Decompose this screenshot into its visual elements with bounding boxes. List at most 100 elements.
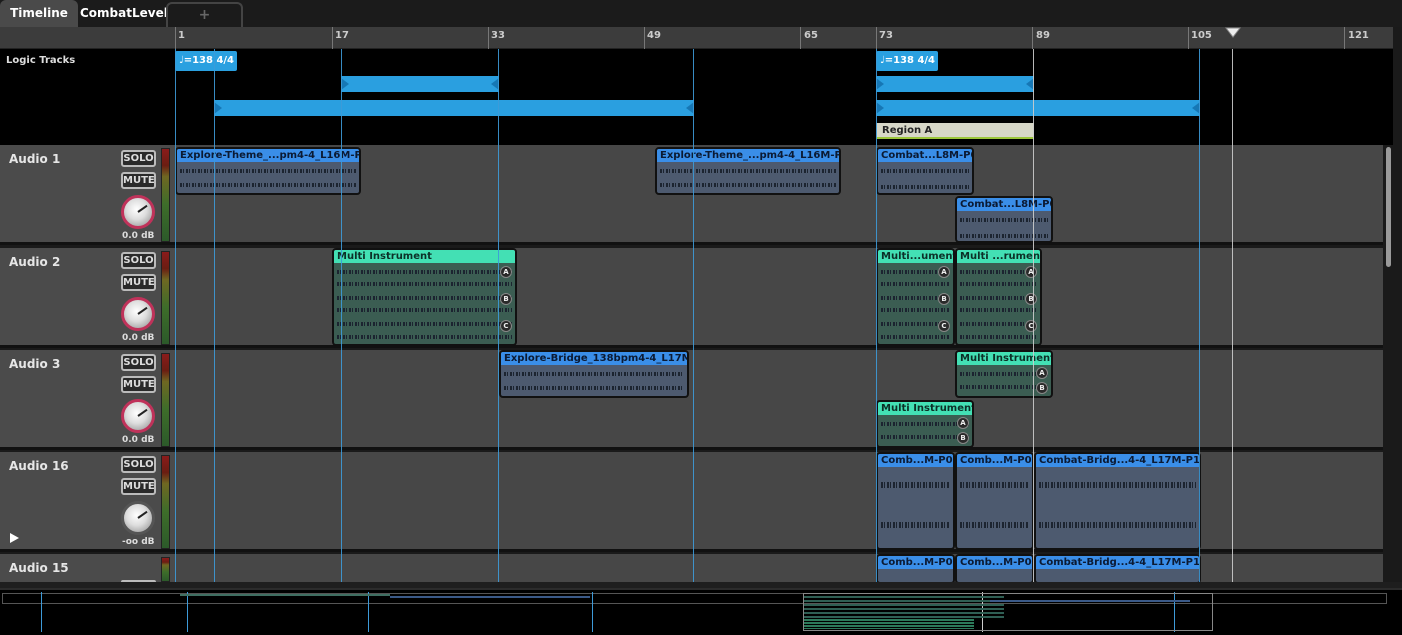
clip-title: Combat-Bridg...4-4_L17M-P1B	[1036, 454, 1199, 467]
track-name: Audio 2	[9, 255, 61, 269]
loop-range[interactable]	[876, 100, 1200, 116]
mute-button[interactable]: MUTE	[121, 274, 156, 291]
layer-b-badge: B	[1036, 382, 1048, 394]
bar-number: 17	[335, 30, 349, 41]
audio-clip[interactable]: Explore-Theme_...pm4-4_L16M-P1M	[655, 147, 841, 195]
clip-title: Multi Instrument	[878, 402, 972, 415]
solo-button[interactable]: SOLO	[121, 354, 156, 371]
multi-instrument-clip[interactable]: Multi ...rument A B C	[955, 248, 1042, 346]
bar-number: 89	[1036, 30, 1050, 41]
logic-tracks-area: Logic Tracks ♩=138 4/4 ♩=138 4/4 Region …	[0, 49, 1393, 145]
multi-instrument-clip[interactable]: Multi Instrument A B C	[332, 248, 517, 346]
clip-title: Comb...M-P0	[878, 556, 953, 569]
audio-clip[interactable]: Combat...L8M-P0	[955, 196, 1053, 243]
volume-readout: -oo dB	[122, 537, 155, 547]
clip-title: Explore-Bridge_138bpm4-4_L17M-P0	[501, 352, 687, 365]
audio-clip[interactable]: Comb...M-P0	[955, 452, 1034, 550]
bar-number: 121	[1348, 30, 1369, 41]
loop-boundary-line	[1199, 49, 1200, 582]
track-lane[interactable]	[175, 554, 1383, 582]
layer-c-badge: C	[938, 320, 950, 332]
tab-timeline[interactable]: Timeline	[0, 0, 78, 27]
tab-combatlevel[interactable]: CombatLevel	[80, 0, 168, 27]
volume-readout: 0.0 dB	[122, 231, 155, 241]
loop-boundary-line	[175, 49, 176, 582]
mute-button[interactable]: MUTE	[121, 478, 156, 495]
track-audio-16: Audio 16 SOLO MUTE -oo dB Comb...M-P0 Co…	[0, 452, 1383, 552]
level-meter	[161, 557, 170, 582]
clip-title: Explore-Theme_...pm4-4_L16M-P1M	[177, 149, 359, 162]
solo-button[interactable]: SOLO	[121, 456, 156, 473]
layer-a-badge: A	[938, 266, 950, 278]
loop-range[interactable]	[341, 76, 499, 92]
solo-button[interactable]: SOLO	[121, 150, 156, 167]
mute-button[interactable]: MUTE	[121, 376, 156, 393]
track-name: Audio 3	[9, 357, 61, 371]
multi-instrument-clip[interactable]: Multi Instrument A B	[955, 350, 1053, 398]
volume-readout: 0.0 dB	[122, 333, 155, 343]
volume-knob[interactable]	[121, 195, 155, 229]
loop-range[interactable]	[876, 76, 1034, 92]
tempo-marker[interactable]: ♩=138 4/4	[175, 51, 237, 71]
audio-clip[interactable]: Combat-Bridg...4-4_L17M-P1B	[1034, 554, 1201, 584]
audio-clip[interactable]: Explore-Theme_...pm4-4_L16M-P1M	[175, 147, 361, 195]
tempo-marker[interactable]: ♩=138 4/4	[876, 51, 938, 71]
loop-boundary-line	[498, 49, 499, 582]
track-lane[interactable]	[175, 350, 1383, 447]
bar-number: 73	[879, 30, 893, 41]
audio-clip[interactable]: Comb...M-P0	[876, 452, 955, 550]
level-meter	[161, 148, 170, 242]
overview-minimap[interactable]	[0, 588, 1402, 635]
volume-knob[interactable]	[121, 501, 155, 535]
audio-clip[interactable]: Combat...L8M-P0	[876, 147, 974, 195]
playhead-line[interactable]	[1232, 49, 1233, 582]
bar-number: 33	[491, 30, 505, 41]
clip-title: Explore-Theme_...pm4-4_L16M-P1M	[657, 149, 839, 162]
level-meter	[161, 455, 170, 549]
timeline-ruler[interactable]: 1 17 33 49 65 73 89 105 121	[0, 27, 1393, 49]
layer-a-badge: A	[1025, 266, 1037, 278]
audio-clip[interactable]: Explore-Bridge_138bpm4-4_L17M-P0	[499, 350, 689, 398]
multi-instrument-clip[interactable]: Multi Instrument A B	[876, 400, 974, 448]
clip-title: Multi Instrument	[957, 352, 1051, 365]
layer-a-badge: A	[500, 266, 512, 278]
layer-c-badge: C	[1025, 320, 1037, 332]
track-audio-15: Audio 15 Comb...M-P0 Comb...M-P0 Combat-…	[0, 554, 1383, 584]
region-boundary-line	[1033, 49, 1034, 582]
track-audio-2: Audio 2 SOLO MUTE 0.0 dB Multi Instrumen…	[0, 248, 1383, 348]
layer-a-badge: A	[957, 417, 969, 429]
audio-clip[interactable]: Comb...M-P0	[955, 554, 1034, 584]
volume-knob[interactable]	[121, 297, 155, 331]
bar-number: 49	[647, 30, 661, 41]
solo-button[interactable]: SOLO	[121, 252, 156, 269]
volume-readout: 0.0 dB	[122, 435, 155, 445]
layer-c-badge: C	[500, 320, 512, 332]
loop-range[interactable]	[214, 100, 694, 116]
layer-b-badge: B	[1025, 293, 1037, 305]
clip-title: Comb...M-P0	[957, 454, 1032, 467]
playhead-marker-icon[interactable]	[1225, 27, 1241, 39]
volume-knob[interactable]	[121, 399, 155, 433]
layer-b-badge: B	[500, 293, 512, 305]
track-name: Audio 15	[9, 561, 69, 575]
overview-viewport[interactable]	[803, 593, 1213, 631]
tab-bar: Timeline CombatLevel +	[0, 0, 1402, 27]
add-tab-button[interactable]: +	[166, 2, 243, 27]
vertical-scrollbar[interactable]	[1386, 147, 1391, 267]
clip-title: Combat...L8M-P0	[957, 198, 1051, 211]
multi-instrument-clip[interactable]: Multi...ument A B C	[876, 248, 955, 346]
audio-clip[interactable]: Comb...M-P0	[876, 554, 955, 584]
clip-title: Combat-Bridg...4-4_L17M-P1B	[1036, 556, 1199, 569]
loop-boundary-line	[214, 49, 215, 582]
clip-title: Comb...M-P0	[878, 454, 953, 467]
play-icon[interactable]	[10, 533, 19, 543]
mute-button[interactable]: MUTE	[121, 172, 156, 189]
track-lane[interactable]	[175, 452, 1383, 549]
bar-number: 65	[804, 30, 818, 41]
logic-tracks-label: Logic Tracks	[6, 55, 76, 66]
track-audio-1: Audio 1 SOLO MUTE 0.0 dB Explore-Theme_.…	[0, 145, 1383, 245]
region-marker[interactable]: Region A	[876, 123, 1034, 139]
loop-boundary-line	[693, 49, 694, 582]
audio-clip[interactable]: Combat-Bridg...4-4_L17M-P1B	[1034, 452, 1201, 550]
clip-title: Comb...M-P0	[957, 556, 1032, 569]
